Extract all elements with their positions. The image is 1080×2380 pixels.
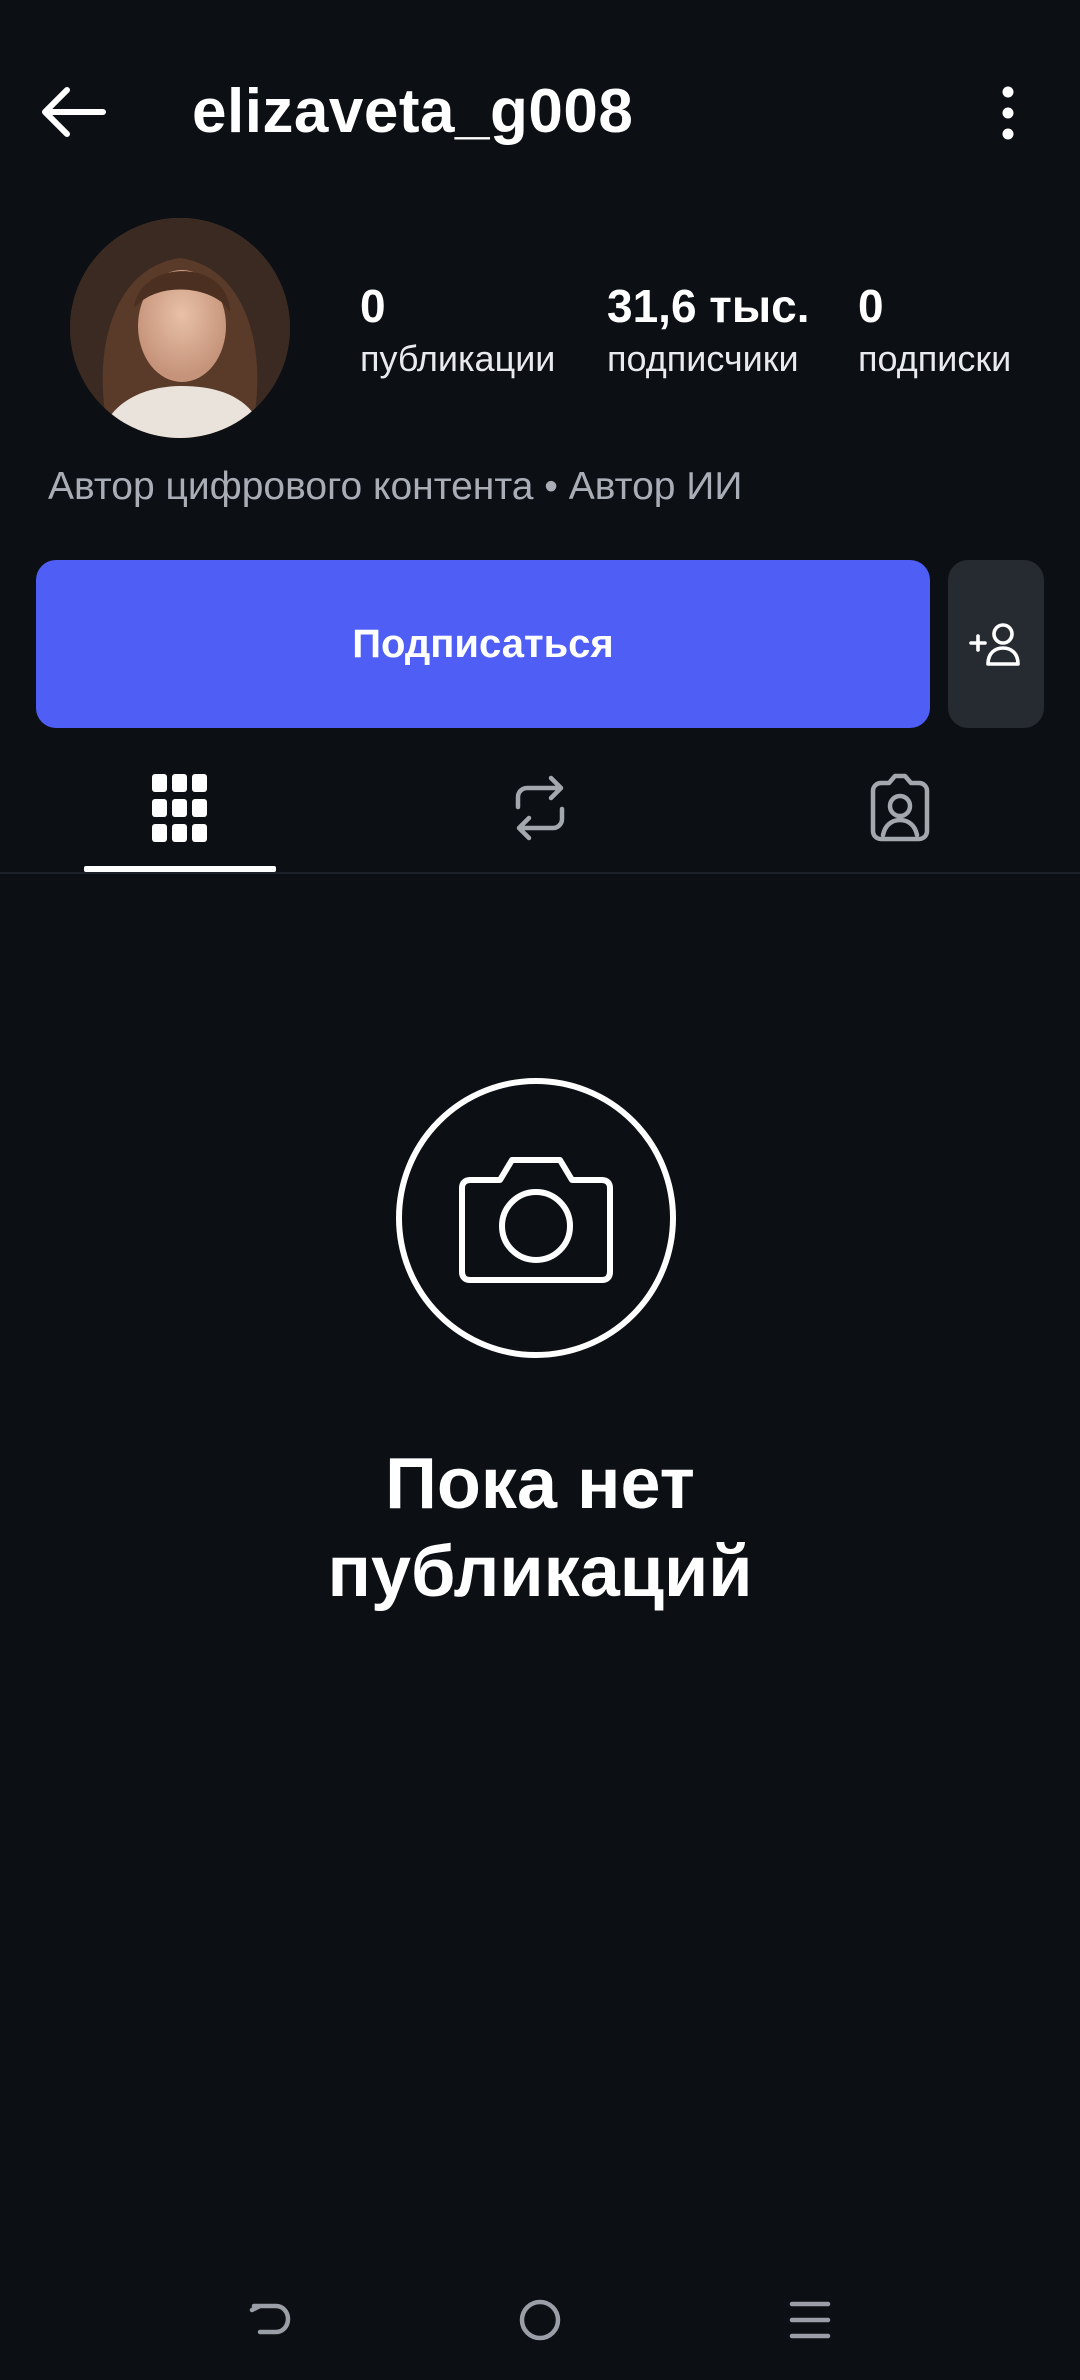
profile-bio: Автор цифрового контента • Автор ИИ: [48, 465, 743, 508]
back-button[interactable]: [30, 70, 114, 154]
empty-state-line-1: Пока нет: [385, 1444, 695, 1524]
stat-posts-value: 0: [360, 280, 386, 332]
suggest-users-button[interactable]: [948, 560, 1044, 728]
profile-photo: [70, 218, 290, 438]
grid-icon: [152, 774, 207, 842]
tagged-person-icon: [870, 773, 930, 842]
stat-posts[interactable]: 0 публикации: [360, 278, 555, 382]
stat-followers-label: подписчики: [607, 338, 799, 379]
stat-followers[interactable]: 31,6 тыс. подписчики: [607, 278, 810, 382]
system-back-button[interactable]: [230, 2280, 310, 2360]
stat-following-label: подписки: [858, 338, 1012, 379]
follow-button[interactable]: Подписаться: [36, 560, 930, 728]
tab-reposts[interactable]: [430, 744, 650, 872]
nav-back-icon: [249, 2303, 291, 2335]
tab-posts-grid[interactable]: [70, 744, 290, 872]
stat-followers-value: 31,6 тыс.: [607, 280, 810, 332]
repost-icon: [515, 775, 565, 841]
empty-state-message: Пока нет публикаций: [240, 1440, 840, 1616]
tab-tagged[interactable]: [790, 744, 1010, 872]
tabs-divider: [0, 872, 1080, 874]
more-options-button[interactable]: [978, 78, 1038, 148]
empty-state-icon-ring: [396, 1078, 676, 1358]
stat-following[interactable]: 0 подписки: [858, 278, 1011, 382]
empty-state-line-2: публикаций: [327, 1532, 753, 1612]
arrow-left-icon: [42, 87, 106, 137]
nav-recents-icon: [789, 2301, 831, 2339]
follow-button-label: Подписаться: [352, 621, 614, 666]
stat-following-value: 0: [858, 280, 884, 332]
stat-posts-label: публикации: [360, 338, 556, 379]
avatar[interactable]: [70, 218, 290, 438]
more-vertical-icon: [1002, 86, 1014, 140]
add-user-icon: [969, 623, 1020, 666]
nav-home-icon: [519, 2299, 561, 2341]
camera-icon: [459, 1157, 613, 1283]
system-recents-button[interactable]: [770, 2280, 850, 2360]
system-home-button[interactable]: [500, 2280, 580, 2360]
profile-username: elizaveta_g008: [192, 77, 634, 146]
